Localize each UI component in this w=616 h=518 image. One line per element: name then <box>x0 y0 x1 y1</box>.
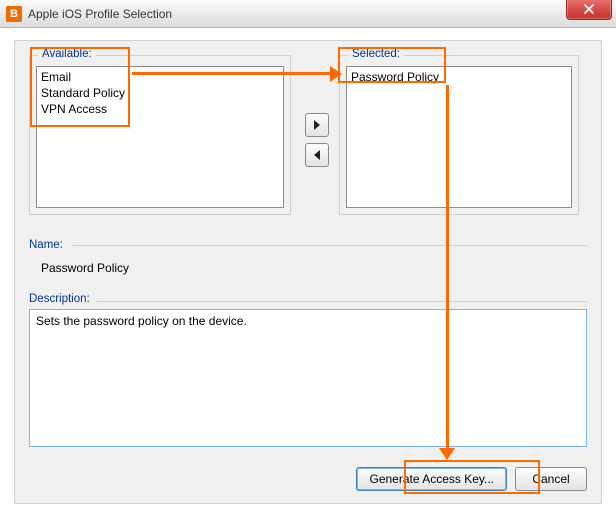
list-item[interactable]: Standard Policy <box>41 85 279 101</box>
selected-legend: Selected: <box>348 48 404 60</box>
description-value: Sets the password policy on the device. <box>36 314 247 328</box>
close-button[interactable] <box>566 0 612 20</box>
move-left-button[interactable] <box>305 143 329 167</box>
dialog-body: Available: Email Standard Policy VPN Acc… <box>14 40 602 504</box>
triangle-right-icon <box>313 120 321 130</box>
name-value: Password Policy <box>41 261 587 275</box>
selected-group: Selected: Password Policy <box>339 55 579 215</box>
description-label: Description: <box>29 293 90 305</box>
cancel-button[interactable]: Cancel <box>515 467 587 491</box>
list-item[interactable]: VPN Access <box>41 101 279 117</box>
close-icon <box>584 4 594 14</box>
name-row: Name: Password Policy <box>29 237 587 275</box>
list-item[interactable]: Password Policy <box>351 69 567 85</box>
available-group: Available: Email Standard Policy VPN Acc… <box>29 55 291 215</box>
available-legend: Available: <box>38 48 96 60</box>
name-label: Name: <box>29 239 63 251</box>
list-item[interactable]: Email <box>41 69 279 85</box>
app-icon: B <box>6 6 22 22</box>
selected-listbox[interactable]: Password Policy <box>346 66 572 208</box>
divider <box>73 245 587 246</box>
titlebar: B Apple iOS Profile Selection <box>0 0 616 28</box>
divider <box>97 301 587 302</box>
generate-access-key-button[interactable]: Generate Access Key... <box>356 467 507 491</box>
description-textbox[interactable]: Sets the password policy on the device. <box>29 309 587 447</box>
window-title: Apple iOS Profile Selection <box>28 7 172 21</box>
available-listbox[interactable]: Email Standard Policy VPN Access <box>36 66 284 208</box>
triangle-left-icon <box>313 150 321 160</box>
button-row: Generate Access Key... Cancel <box>356 467 587 491</box>
move-right-button[interactable] <box>305 113 329 137</box>
